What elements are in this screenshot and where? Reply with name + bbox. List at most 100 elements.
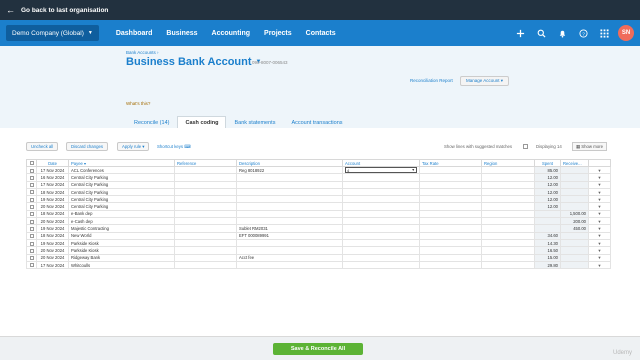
description-cell[interactable]: EFT 000089991 xyxy=(236,231,343,240)
account-cell[interactable] xyxy=(342,224,420,233)
nav-dashboard[interactable]: Dashboard xyxy=(116,30,153,37)
whats-this-link[interactable]: What's this? xyxy=(126,101,150,106)
description-cell[interactable] xyxy=(236,173,343,182)
description-cell[interactable]: Reg 8018922 xyxy=(236,165,343,175)
row-menu-icon[interactable]: ▼ xyxy=(598,182,602,187)
account-cell[interactable] xyxy=(342,195,420,204)
region-cell[interactable] xyxy=(481,173,535,182)
tab-account-transactions[interactable]: Account transactions xyxy=(283,116,350,128)
account-cell[interactable]: 4 ▼ xyxy=(342,165,420,175)
column-date[interactable]: Date xyxy=(36,159,69,167)
reference-cell[interactable] xyxy=(174,187,237,197)
account-cell[interactable] xyxy=(342,202,420,211)
help-icon[interactable]: ? xyxy=(573,23,593,43)
row-checkbox[interactable] xyxy=(29,183,34,188)
reference-cell[interactable] xyxy=(174,217,237,226)
account-cell[interactable] xyxy=(342,217,420,226)
search-icon[interactable] xyxy=(531,23,551,43)
row-checkbox[interactable] xyxy=(29,241,34,246)
tax-rate-cell[interactable] xyxy=(419,180,482,189)
reference-cell[interactable] xyxy=(174,209,237,219)
table-row[interactable]: 19 Nov 2024 Majestic Contracting Sublet RM… xyxy=(26,224,611,233)
account-cell[interactable] xyxy=(342,260,420,270)
region-cell[interactable] xyxy=(481,209,535,219)
account-cell[interactable] xyxy=(342,209,420,219)
account-cell[interactable] xyxy=(342,180,420,189)
show-lines-checkbox[interactable] xyxy=(523,144,528,149)
tax-rate-cell[interactable] xyxy=(419,260,482,270)
nav-accounting[interactable]: Accounting xyxy=(212,30,251,37)
breadcrumb[interactable]: Bank Accounts › xyxy=(126,50,159,55)
tax-rate-cell[interactable] xyxy=(419,253,482,262)
tax-rate-cell[interactable] xyxy=(419,238,482,248)
row-checkbox[interactable] xyxy=(29,234,34,239)
column-reference[interactable]: Reference xyxy=(174,159,237,167)
tab-cash-coding[interactable]: Cash coding xyxy=(177,116,227,128)
row-checkbox[interactable] xyxy=(29,205,34,210)
tax-rate-cell[interactable] xyxy=(419,231,482,240)
row-checkbox[interactable] xyxy=(29,190,34,195)
region-cell[interactable] xyxy=(481,187,535,197)
tax-rate-cell[interactable] xyxy=(419,165,482,175)
description-cell[interactable] xyxy=(236,187,343,197)
tab-reconcile[interactable]: Reconcile (14) xyxy=(126,116,177,128)
account-cell[interactable] xyxy=(342,187,420,197)
table-row[interactable]: 17 Nov 2024 ACL Conferences Reg 8018922 4 ▼ 8… xyxy=(26,165,611,175)
tab-bank-statements[interactable]: Bank statements xyxy=(226,116,283,128)
description-cell[interactable]: Sublet RM2031 xyxy=(236,224,343,233)
reference-cell[interactable] xyxy=(174,180,237,189)
description-cell[interactable] xyxy=(236,202,343,211)
tax-rate-cell[interactable] xyxy=(419,173,482,182)
account-cell[interactable] xyxy=(342,231,420,240)
column-tax-rate[interactable]: Tax Rate xyxy=(419,159,482,167)
column-received[interactable]: Receive... xyxy=(560,159,589,167)
tax-rate-cell[interactable] xyxy=(419,187,482,197)
table-row[interactable]: 20 Nov 2024 Central City Parking 12.00 ▼ xyxy=(26,202,611,211)
show-more-button[interactable]: ▦ Show more xyxy=(572,142,607,151)
row-checkbox[interactable] xyxy=(29,263,34,268)
manage-account-button[interactable]: Manage Account ▾ xyxy=(460,76,510,86)
row-menu-icon[interactable]: ▼ xyxy=(598,190,602,195)
table-row[interactable]: 19 Nov 2024 Parkside Kiosk 14.30 ▼ xyxy=(26,238,611,248)
description-cell[interactable] xyxy=(236,238,343,248)
row-menu-icon[interactable]: ▼ xyxy=(598,168,602,173)
row-menu-icon[interactable]: ▼ xyxy=(598,197,602,202)
table-row[interactable]: 19 Nov 2024 Central City Parking 12.00 ▼ xyxy=(26,195,611,204)
table-row[interactable]: 20 Nov 2024 Ridgeway Bank Acct fee 15.00 ▼ xyxy=(26,253,611,262)
row-checkbox[interactable] xyxy=(29,197,34,202)
reference-cell[interactable] xyxy=(174,165,237,175)
select-all-header[interactable] xyxy=(26,159,37,167)
nav-contacts[interactable]: Contacts xyxy=(306,30,336,37)
account-cell[interactable] xyxy=(342,253,420,262)
table-row[interactable]: 16 Nov 2024 Central City Parking 12.00 ▼ xyxy=(26,173,611,182)
user-avatar[interactable]: SN xyxy=(618,25,634,41)
tax-rate-cell[interactable] xyxy=(419,246,482,255)
apply-rule-button[interactable]: Apply rule ▾ xyxy=(117,142,150,151)
account-cell[interactable] xyxy=(342,246,420,255)
region-cell[interactable] xyxy=(481,217,535,226)
region-cell[interactable] xyxy=(481,165,535,175)
apps-grid-icon[interactable] xyxy=(594,23,614,43)
table-row[interactable]: 18 Nov 2024 New World EFT 000089991 34.60 ▼ xyxy=(26,231,611,240)
column-payee[interactable]: Payee ▾ xyxy=(68,159,175,167)
add-icon[interactable] xyxy=(510,23,530,43)
row-menu-icon[interactable]: ▼ xyxy=(598,226,602,231)
table-row[interactable]: 18 Nov 2024 e-Bank dep 1,500.00 ▼ xyxy=(26,209,611,219)
nav-business[interactable]: Business xyxy=(166,30,197,37)
reference-cell[interactable] xyxy=(174,202,237,211)
row-checkbox[interactable] xyxy=(29,175,34,180)
row-menu-icon[interactable]: ▼ xyxy=(598,255,602,260)
row-checkbox[interactable] xyxy=(29,226,34,231)
row-menu-icon[interactable]: ▼ xyxy=(598,241,602,246)
row-checkbox[interactable] xyxy=(29,256,34,261)
row-checkbox[interactable] xyxy=(29,219,34,224)
table-row[interactable]: 20 Nov 2024 e-Cash dep 200.00 ▼ xyxy=(26,217,611,226)
region-cell[interactable] xyxy=(481,224,535,233)
reference-cell[interactable] xyxy=(174,173,237,182)
description-cell[interactable] xyxy=(236,246,343,255)
tax-rate-cell[interactable] xyxy=(419,209,482,219)
column-spent[interactable]: Spent xyxy=(534,159,561,167)
column-description[interactable]: Description xyxy=(236,159,343,167)
table-row[interactable]: 17 Nov 2024 Whitcoulls 29.80 ▼ xyxy=(26,260,611,270)
table-row[interactable]: 17 Nov 2024 Central City Parking 12.00 ▼ xyxy=(26,180,611,189)
